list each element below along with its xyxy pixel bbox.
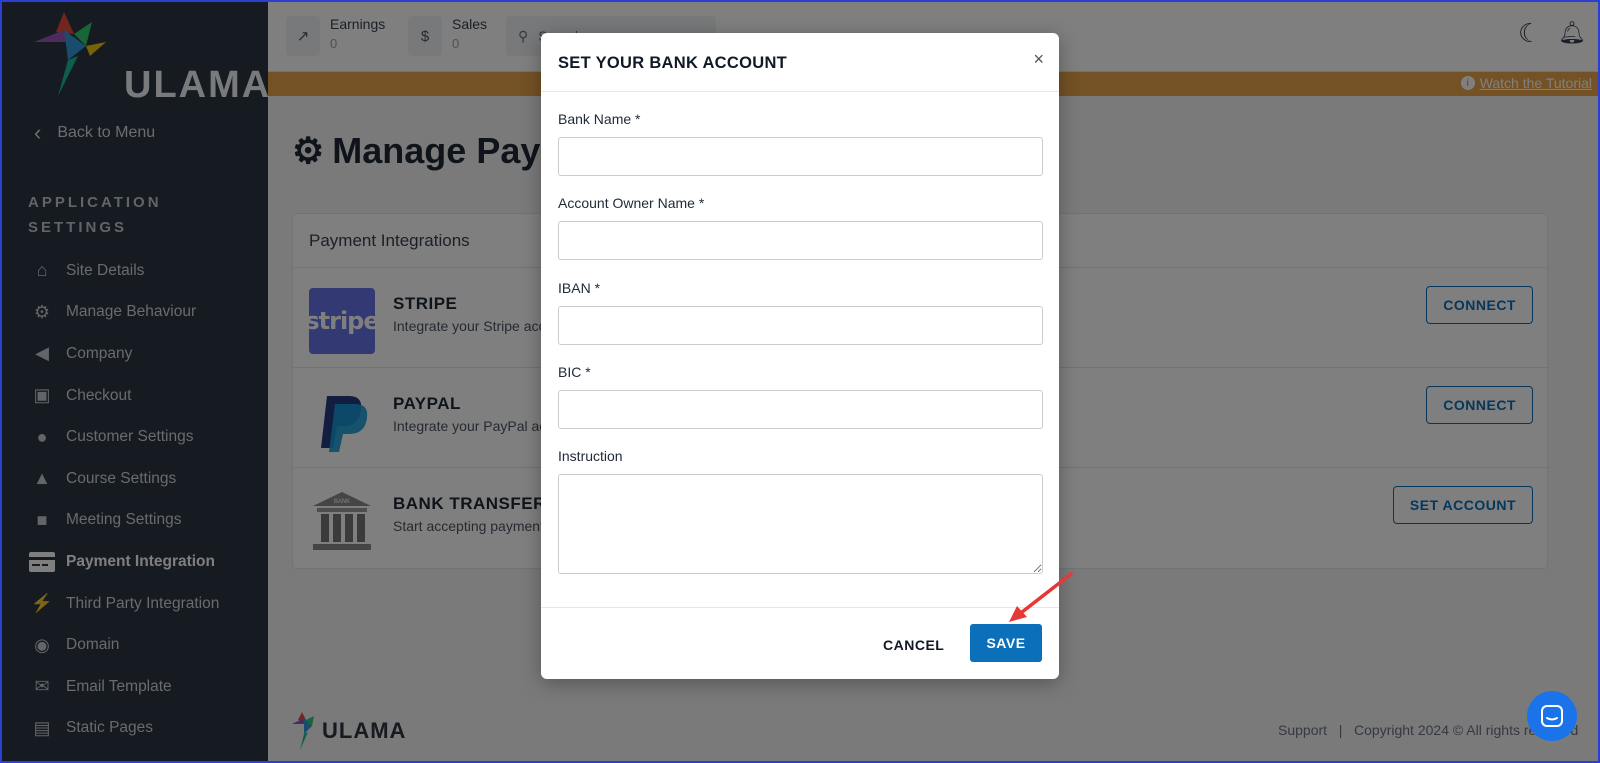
chat-launcher-button[interactable]: [1527, 691, 1577, 741]
cancel-button[interactable]: CANCEL: [873, 626, 954, 664]
instruction-label: Instruction: [558, 448, 623, 464]
modal-footer: CANCEL SAVE: [541, 607, 1059, 679]
modal-title: SET YOUR BANK ACCOUNT: [558, 54, 788, 72]
iban-input[interactable]: [558, 306, 1043, 345]
close-icon[interactable]: ×: [1033, 49, 1044, 70]
bic-label: BIC *: [558, 364, 591, 380]
bank-name-label: Bank Name *: [558, 111, 641, 127]
bank-name-input[interactable]: [558, 137, 1043, 176]
owner-name-input[interactable]: [558, 221, 1043, 260]
modal-header: SET YOUR BANK ACCOUNT ×: [541, 33, 1059, 92]
instruction-textarea[interactable]: [558, 474, 1043, 574]
annotation-arrow-icon: [1009, 572, 1073, 622]
iban-label: IBAN *: [558, 280, 601, 296]
bank-account-modal: SET YOUR BANK ACCOUNT × Bank Name * Acco…: [541, 33, 1059, 679]
owner-name-label: Account Owner Name *: [558, 195, 705, 211]
chat-icon: [1541, 705, 1563, 727]
bic-input[interactable]: [558, 390, 1043, 429]
